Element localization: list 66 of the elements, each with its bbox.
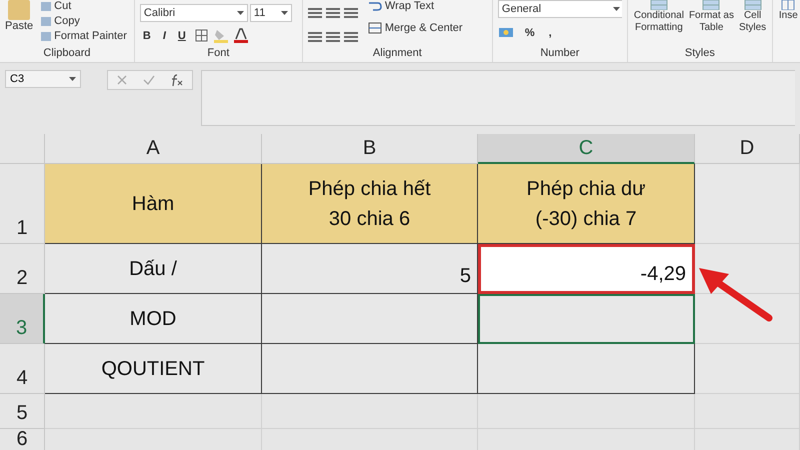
align-icon[interactable] — [308, 6, 360, 20]
wrap-icon[interactable] — [368, 0, 382, 12]
font-style-button[interactable]: U — [174, 30, 189, 42]
styles-button[interactable]: Cell Styles — [738, 0, 767, 46]
table-cell[interactable]: 5 — [262, 244, 478, 294]
font-color-icon[interactable] — [234, 28, 248, 43]
group-label: Clipboard — [42, 46, 92, 61]
select-all-corner[interactable] — [0, 134, 45, 164]
font-style-button[interactable]: B — [140, 30, 154, 42]
merge-center-button[interactable]: Merge & Center — [366, 22, 465, 34]
table-cell[interactable] — [478, 294, 695, 344]
caret-icon[interactable] — [612, 7, 620, 11]
row-header[interactable]: 3 — [0, 294, 45, 344]
row-header[interactable]: 1 — [0, 164, 45, 244]
row-header[interactable]: 5 — [0, 394, 45, 429]
table-cell[interactable] — [478, 344, 695, 394]
borders-icon[interactable] — [194, 29, 208, 42]
wrap-text-button[interactable]: Wrap Text — [366, 0, 465, 12]
function-icon[interactable] — [170, 74, 184, 86]
caret-icon[interactable] — [280, 11, 288, 15]
font-size-dropdown[interactable]: 11 — [250, 4, 292, 22]
table-cell[interactable]: -4,29 — [478, 244, 695, 294]
table-cell[interactable]: Hàm — [45, 164, 262, 244]
ribbon-button[interactable]: Format Painter — [39, 30, 129, 42]
number-format-dropdown[interactable]: General — [498, 0, 622, 18]
table-cell[interactable] — [262, 294, 478, 344]
group-label: Font — [206, 46, 230, 61]
insert-button[interactable]: Inse — [778, 0, 799, 62]
column-header[interactable]: D — [695, 134, 800, 164]
table-cell[interactable]: QOUTIENT — [45, 344, 262, 394]
group-label: Styles — [684, 46, 716, 61]
table-cell[interactable] — [262, 344, 478, 394]
styles-button[interactable]: Format as Table — [688, 0, 735, 46]
table-cell[interactable]: Dấu / — [45, 244, 262, 294]
table-cell[interactable]: Phép chia hết 30 chia 6 — [262, 164, 478, 244]
table-style-icon[interactable] — [701, 0, 722, 10]
ribbon-button[interactable]: Copy — [39, 15, 129, 27]
ribbon-button[interactable]: Cut — [39, 0, 129, 12]
name-box[interactable]: C3 — [5, 70, 81, 88]
table-style-icon[interactable] — [648, 0, 669, 10]
group-label: Number — [539, 46, 580, 61]
grid-icon[interactable] — [780, 0, 796, 10]
align-icon[interactable] — [308, 30, 360, 44]
font-style-button[interactable]: I — [160, 30, 169, 42]
table-cell[interactable]: Phép chia dư (-30) chia 7 — [478, 164, 695, 244]
merge-icon[interactable] — [368, 22, 382, 34]
group-label: Alignment — [372, 46, 423, 61]
number-format-button[interactable]: , — [546, 26, 555, 38]
fill-color-icon[interactable] — [214, 28, 228, 43]
styles-button[interactable]: Conditional Formatting — [632, 0, 685, 46]
table-style-icon[interactable] — [742, 0, 763, 10]
font-name-dropdown[interactable]: Calibri — [140, 4, 248, 22]
column-header[interactable]: C — [478, 134, 695, 164]
paste-button[interactable]: Paste — [5, 0, 34, 46]
column-header[interactable]: B — [262, 134, 478, 164]
formula-input[interactable] — [201, 70, 795, 126]
check-icon[interactable] — [142, 74, 155, 86]
caret-icon[interactable] — [236, 11, 244, 15]
close-icon[interactable] — [116, 74, 128, 86]
column-header[interactable]: A — [45, 134, 262, 164]
row-header[interactable]: 4 — [0, 344, 45, 394]
table-cell[interactable]: MOD — [45, 294, 262, 344]
caret-icon[interactable] — [69, 77, 76, 81]
row-header[interactable]: 2 — [0, 244, 45, 294]
currency-icon[interactable] — [498, 26, 514, 39]
number-format-button[interactable]: % — [522, 26, 538, 38]
